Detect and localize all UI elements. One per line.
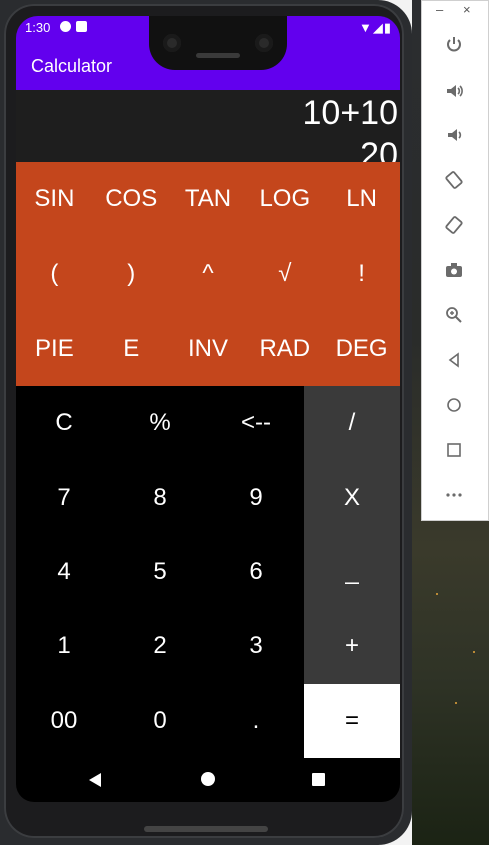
key-ln[interactable]: LN [323, 162, 400, 237]
calculator-display: 10+10 20 [16, 90, 400, 162]
key-4[interactable]: 4 [16, 535, 112, 609]
front-camera-icon [163, 34, 181, 52]
key-e[interactable]: E [93, 311, 170, 386]
scientific-keypad: SIN COS TAN LOG LN ( ) ^ √ ! PIE E INV R… [16, 162, 400, 386]
volume-down-icon [448, 129, 462, 141]
volume-up-button[interactable] [436, 77, 472, 105]
key-plus[interactable]: + [304, 609, 400, 684]
key-power[interactable]: ^ [170, 237, 247, 312]
key-3[interactable]: 3 [208, 609, 304, 683]
rotate-right-icon [445, 216, 463, 234]
desktop-light [455, 702, 457, 704]
key-0[interactable]: 0 [112, 684, 208, 758]
overview-button[interactable] [436, 436, 472, 464]
key-cos[interactable]: COS [93, 162, 170, 237]
desktop-light [473, 651, 475, 653]
nav-back-icon[interactable] [89, 773, 101, 787]
key-backspace[interactable]: <-- [208, 386, 304, 460]
zoom-button[interactable] [436, 301, 472, 329]
key-rad[interactable]: RAD [246, 311, 323, 386]
wifi-icon: ▼ [358, 20, 373, 35]
key-pie[interactable]: PIE [16, 311, 93, 386]
rotate-left-icon [445, 171, 463, 189]
power-button[interactable] [436, 31, 472, 59]
speaker-grille [196, 53, 240, 58]
phone-screen: 1:30 ▼◢▮ Calculator 10+10 20 SIN COS TAN… [16, 16, 400, 802]
key-decimal[interactable]: . [208, 684, 304, 758]
key-sin[interactable]: SIN [16, 162, 93, 237]
camera-icon [446, 263, 462, 277]
key-close-paren[interactable]: ) [93, 237, 170, 312]
rotate-right-button[interactable] [436, 211, 472, 239]
app-notification-icon [60, 21, 71, 32]
key-8[interactable]: 8 [112, 460, 208, 534]
emulator-side-toolbar: – × [421, 0, 489, 521]
close-icon[interactable]: × [463, 2, 471, 17]
zoom-icon [446, 307, 462, 323]
overview-icon [447, 443, 461, 457]
battery-icon: ▮ [383, 20, 392, 35]
key-2[interactable]: 2 [112, 609, 208, 683]
volume-up-icon [447, 85, 463, 97]
key-double-zero[interactable]: 00 [16, 684, 112, 758]
key-factorial[interactable]: ! [323, 237, 400, 312]
rotate-left-button[interactable] [436, 166, 472, 194]
key-open-paren[interactable]: ( [16, 237, 93, 312]
result-text: 20 [360, 136, 398, 162]
key-multiply[interactable]: X [304, 460, 400, 535]
key-1[interactable]: 1 [16, 609, 112, 683]
key-6[interactable]: 6 [208, 535, 304, 609]
emulator-phone-frame: 1:30 ▼◢▮ Calculator 10+10 20 SIN COS TAN… [0, 0, 412, 845]
key-minus[interactable]: _ [304, 534, 400, 610]
home-button[interactable] [436, 391, 472, 419]
signal-icon: ◢ [372, 20, 384, 35]
home-icon [447, 398, 461, 412]
back-button[interactable] [436, 346, 472, 374]
key-clear[interactable]: C [16, 386, 112, 460]
screenshot-button[interactable] [436, 256, 472, 284]
android-nav-bar [16, 758, 400, 802]
key-log[interactable]: LOG [246, 162, 323, 237]
key-inv[interactable]: INV [170, 311, 247, 386]
key-equals[interactable]: = [304, 683, 400, 758]
key-5[interactable]: 5 [112, 535, 208, 609]
sd-card-icon [76, 21, 87, 32]
volume-down-button[interactable] [436, 121, 472, 149]
key-7[interactable]: 7 [16, 460, 112, 534]
status-icons: ▼◢▮ [359, 20, 392, 36]
status-time: 1:30 [25, 20, 51, 35]
key-divide[interactable]: / [304, 386, 400, 461]
more-icon [446, 493, 462, 497]
key-sqrt[interactable]: √ [246, 237, 323, 312]
more-button[interactable] [436, 481, 472, 509]
phone-bezel: 1:30 ▼◢▮ Calculator 10+10 20 SIN COS TAN… [4, 4, 404, 838]
front-sensor-icon [255, 34, 273, 52]
app-title: Calculator [31, 56, 113, 76]
camera-notch [149, 16, 287, 70]
power-icon [447, 37, 461, 52]
key-9[interactable]: 9 [208, 460, 304, 534]
key-percent[interactable]: % [112, 386, 208, 460]
basic-keypad: C % <-- / 7 8 9 X 4 5 6 _ 1 2 3 + 00 0 .… [16, 386, 400, 758]
phone-chin-speaker [144, 826, 268, 832]
desktop-light [436, 593, 438, 595]
minimize-icon[interactable]: – [436, 2, 443, 17]
key-tan[interactable]: TAN [170, 162, 247, 237]
key-deg[interactable]: DEG [323, 311, 400, 386]
nav-home-icon[interactable] [201, 772, 215, 786]
back-icon [448, 352, 459, 368]
expression-text: 10+10 [302, 94, 399, 132]
nav-recents-icon[interactable] [312, 773, 325, 786]
